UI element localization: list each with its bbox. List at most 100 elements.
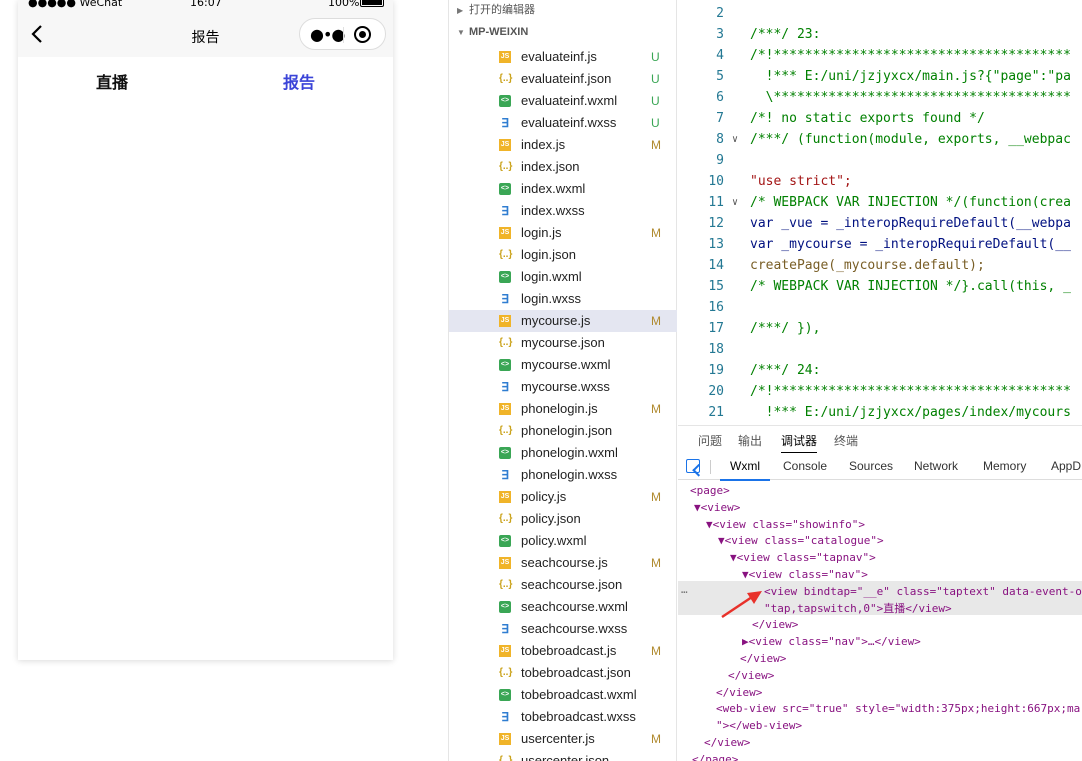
file-item[interactable]: {..} seachcourse.json bbox=[449, 574, 677, 596]
line-number: 10 bbox=[708, 174, 724, 189]
file-item[interactable]: {..} policy.json bbox=[449, 508, 677, 530]
file-name: evaluateinf.wxss bbox=[521, 115, 617, 130]
status-bar: ●●●●● WeChat 16:07 100% bbox=[18, 0, 393, 12]
status-time: 16:07 bbox=[190, 0, 222, 9]
devtools-tabs: Wxml Console Sources Network Memory AppD bbox=[678, 454, 1082, 481]
file-item[interactable]: ∃ phonelogin.wxss bbox=[449, 464, 677, 486]
file-item[interactable]: <> policy.wxml bbox=[449, 530, 677, 552]
file-item[interactable]: <> index.wxml bbox=[449, 178, 677, 200]
file-name: tobebroadcast.js bbox=[521, 643, 617, 658]
tab-network[interactable]: Network bbox=[914, 459, 958, 473]
wxml-node[interactable]: ▼<view class="catalogue"> bbox=[718, 532, 884, 549]
file-item[interactable]: {..} tobebroadcast.json bbox=[449, 662, 677, 684]
file-item[interactable]: ∃ tobebroadcast.wxss bbox=[449, 706, 677, 728]
git-status-badge: M bbox=[651, 644, 661, 658]
wxml-node[interactable]: </view> bbox=[716, 684, 762, 701]
git-status-badge: M bbox=[651, 556, 661, 570]
wxml-node[interactable]: "></web-view> bbox=[716, 717, 802, 734]
file-item[interactable]: JS seachcourse.js M bbox=[449, 552, 677, 574]
file-item[interactable]: JS policy.js M bbox=[449, 486, 677, 508]
file-item[interactable]: <> phonelogin.wxml bbox=[449, 442, 677, 464]
file-item[interactable]: JS tobebroadcast.js M bbox=[449, 640, 677, 662]
tab-live[interactable]: 直播 bbox=[96, 69, 128, 93]
tab-memory[interactable]: Memory bbox=[983, 459, 1026, 473]
wxml-node[interactable]: ▼<view> bbox=[694, 499, 740, 516]
project-label: MP-WEIXIN bbox=[469, 26, 529, 38]
file-item[interactable]: ∃ login.wxss bbox=[449, 288, 677, 310]
close-target-icon[interactable] bbox=[354, 26, 371, 43]
file-item[interactable]: JS usercenter.js M bbox=[449, 728, 677, 750]
wxml-node[interactable]: ▶<view class="nav">…</view> bbox=[742, 633, 921, 650]
file-item[interactable]: JS login.js M bbox=[449, 222, 677, 244]
wxml-node[interactable]: </view> bbox=[752, 616, 798, 633]
more-icon[interactable]: ●•● bbox=[310, 25, 345, 44]
code-editor[interactable]: 2 3 /***/ 23: 4 /*!*************************… bbox=[678, 0, 1082, 425]
open-editors-header[interactable]: ▶ 打开的编辑器 bbox=[449, 0, 677, 20]
wxss-file-icon: ∃ bbox=[501, 710, 509, 724]
code-line: createPage(_mycourse.default); bbox=[750, 258, 985, 273]
file-item[interactable]: JS phonelogin.js M bbox=[449, 398, 677, 420]
fold-chevron-icon[interactable]: ∨ bbox=[732, 197, 738, 208]
file-name: seachcourse.js bbox=[521, 555, 608, 570]
tab-wxml[interactable]: Wxml bbox=[720, 459, 770, 481]
file-item[interactable]: {..} usercenter.json bbox=[449, 750, 677, 761]
wxml-node[interactable]: ▼<view class="nav"> bbox=[742, 566, 868, 583]
wxml-node[interactable]: ▼<view class="tapnav"> bbox=[730, 549, 876, 566]
battery-icon bbox=[360, 0, 384, 7]
js-file-icon: JS bbox=[499, 51, 511, 63]
file-name: login.json bbox=[521, 247, 576, 262]
project-header[interactable]: ▼ MP-WEIXIN bbox=[449, 22, 677, 42]
tab-sources[interactable]: Sources bbox=[849, 459, 893, 473]
file-item[interactable]: {..} index.json bbox=[449, 156, 677, 178]
code-line: /* WEBPACK VAR INJECTION */}.call(this, … bbox=[750, 279, 1071, 294]
git-status-badge: U bbox=[651, 72, 660, 86]
file-item[interactable]: <> evaluateinf.wxml U bbox=[449, 90, 677, 112]
tab-output[interactable]: 输出 bbox=[738, 432, 762, 449]
file-item[interactable]: <> login.wxml bbox=[449, 266, 677, 288]
code-line: !*** E:/uni/jzjyxcx/main.js?{"page":"pa bbox=[750, 69, 1071, 84]
wxml-node[interactable]: <view bindtap="__e" class="taptext" data… bbox=[764, 583, 1082, 600]
tab-debugger[interactable]: 调试器 bbox=[781, 432, 818, 453]
tab-appdata[interactable]: AppD bbox=[1051, 459, 1081, 473]
wxml-node[interactable]: </view> bbox=[704, 734, 750, 751]
file-item[interactable]: <> tobebroadcast.wxml bbox=[449, 684, 677, 706]
wxml-node[interactable]: </view> bbox=[728, 667, 774, 684]
node-more-icon[interactable]: … bbox=[681, 581, 688, 598]
wxss-file-icon: ∃ bbox=[501, 292, 509, 306]
file-item[interactable]: {..} phonelogin.json bbox=[449, 420, 677, 442]
fold-chevron-icon[interactable]: ∨ bbox=[732, 134, 738, 145]
file-item[interactable]: JS index.js M bbox=[449, 134, 677, 156]
file-item[interactable]: {..} mycourse.json bbox=[449, 332, 677, 354]
file-item[interactable]: JS evaluateinf.js U bbox=[449, 46, 677, 68]
wxml-node[interactable]: "tap,tapswitch,0">直播</view> bbox=[764, 600, 952, 617]
js-file-icon: JS bbox=[499, 645, 511, 657]
wxml-file-icon: <> bbox=[499, 535, 511, 547]
wxml-node[interactable]: </page> bbox=[692, 751, 738, 761]
wxml-node[interactable]: <page> bbox=[690, 482, 730, 499]
wxml-node[interactable]: </view> bbox=[740, 650, 786, 667]
file-name: index.wxss bbox=[521, 203, 585, 218]
file-name: index.json bbox=[521, 159, 580, 174]
wxml-node[interactable]: <web-view src="true" style="width:375px;… bbox=[716, 700, 1082, 717]
file-item[interactable]: ∃ index.wxss bbox=[449, 200, 677, 222]
file-item[interactable]: {..} evaluateinf.json U bbox=[449, 68, 677, 90]
inspect-element-icon[interactable] bbox=[686, 459, 700, 473]
code-line: "use strict"; bbox=[750, 174, 852, 189]
file-item[interactable]: ∃ mycourse.wxss bbox=[449, 376, 677, 398]
tab-report[interactable]: 报告 bbox=[283, 69, 315, 93]
wxml-file-icon: <> bbox=[499, 359, 511, 371]
file-item[interactable]: {..} login.json bbox=[449, 244, 677, 266]
git-status-badge: M bbox=[651, 402, 661, 416]
tab-problems[interactable]: 问题 bbox=[698, 432, 722, 449]
file-item[interactable]: JS mycourse.js M bbox=[449, 310, 677, 332]
file-item[interactable]: ∃ seachcourse.wxss bbox=[449, 618, 677, 640]
wxml-node[interactable]: ▼<view class="showinfo"> bbox=[706, 516, 865, 533]
tab-terminal[interactable]: 终端 bbox=[834, 432, 858, 449]
file-item[interactable]: <> seachcourse.wxml bbox=[449, 596, 677, 618]
tab-console[interactable]: Console bbox=[783, 459, 827, 473]
file-name: phonelogin.json bbox=[521, 423, 613, 438]
file-item[interactable]: ∃ evaluateinf.wxss U bbox=[449, 112, 677, 134]
file-item[interactable]: <> mycourse.wxml bbox=[449, 354, 677, 376]
json-file-icon: {..} bbox=[499, 337, 513, 348]
line-number: 15 bbox=[708, 279, 724, 294]
